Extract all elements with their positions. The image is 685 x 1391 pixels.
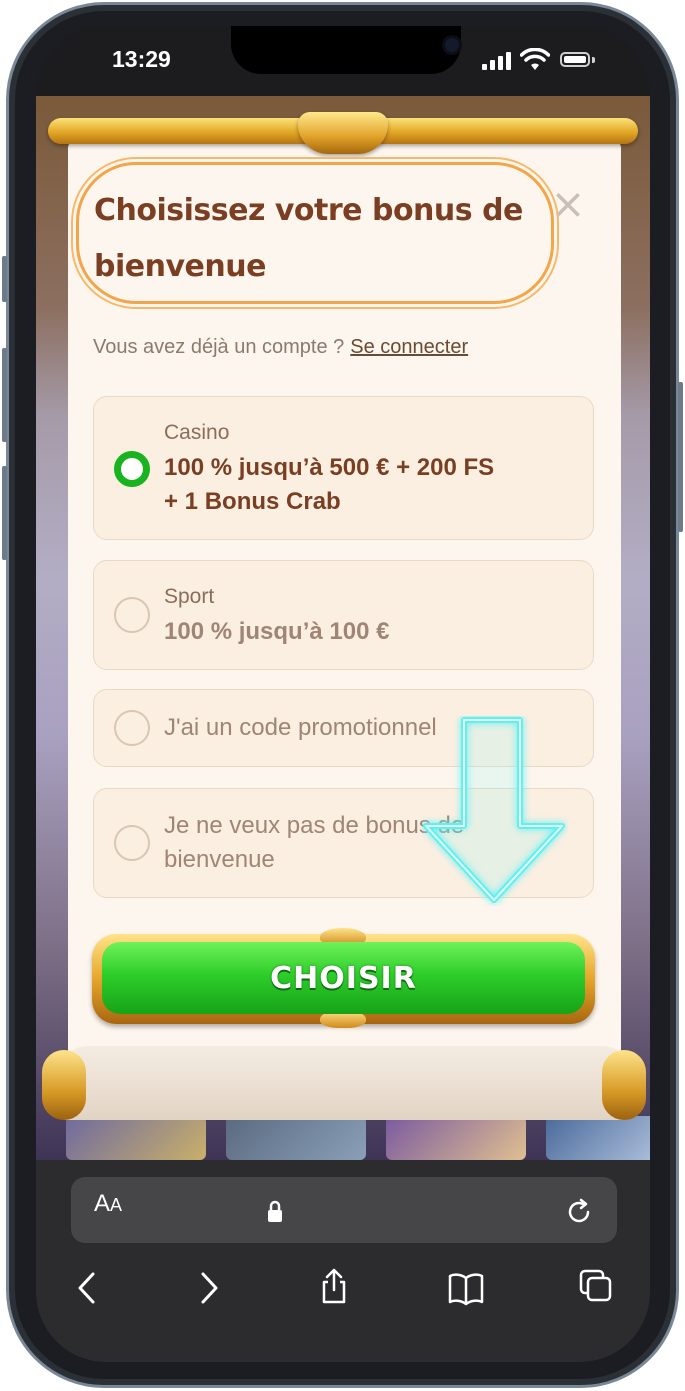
volume-up-button (2, 348, 7, 442)
battery-tip (592, 57, 595, 63)
lock-icon (268, 1200, 282, 1222)
option-text: J'ai un code promotionnel (164, 714, 437, 741)
tabs-icon[interactable] (576, 1266, 616, 1306)
bookmarks-icon[interactable] (446, 1268, 486, 1308)
address-bar[interactable] (71, 1177, 617, 1243)
forward-icon[interactable] (188, 1268, 228, 1308)
radio-selected-icon[interactable] (114, 451, 150, 487)
choose-button[interactable]: CHOISIR (102, 942, 585, 1014)
option-label: Sport (164, 585, 215, 608)
radio-unselected-icon[interactable] (114, 710, 150, 746)
aa-small: A (110, 1195, 123, 1215)
front-camera (445, 38, 459, 52)
close-icon[interactable]: × (548, 183, 588, 225)
power-button (678, 382, 683, 532)
game-thumbnail (226, 1116, 366, 1160)
modal-title: Choisissez votre bonus de bienvenue (94, 193, 523, 284)
scroll-cap-left (42, 1050, 86, 1120)
signal-icon (482, 52, 514, 70)
radio-unselected-icon[interactable] (114, 825, 150, 861)
option-text: 100 % jusqu’à 100 € (164, 618, 390, 645)
game-thumbnail (546, 1116, 650, 1160)
status-time: 13:29 (112, 46, 171, 72)
wifi-icon (520, 48, 550, 70)
scroll-bottom (58, 1046, 632, 1120)
option-label: Casino (164, 421, 230, 444)
game-thumbnails (36, 1116, 650, 1160)
screen: 13:29 Choisissez votre bonus de bienvenu… (36, 26, 650, 1362)
option-text: 100 % jusqu’à 500 € + 200 FS + 1 Bonus C… (164, 454, 495, 515)
share-icon[interactable] (314, 1266, 354, 1306)
login-link[interactable]: Se connecter (350, 336, 468, 358)
account-prompt-text: Vous avez déjà un compte ? (93, 336, 345, 358)
account-prompt: Vous avez déjà un compte ? Se connecter (93, 336, 468, 359)
reader-format-button[interactable]: AA (94, 1190, 122, 1218)
modal-gold-crest (298, 112, 388, 154)
arrow-down-icon (423, 717, 565, 903)
aa-large: A (94, 1190, 111, 1217)
bonus-option-sport[interactable]: Sport 100 % jusqu’à 100 € (93, 560, 594, 670)
notch (231, 26, 461, 74)
game-thumbnail (66, 1116, 206, 1160)
status-bar: 13:29 (36, 26, 650, 96)
bonus-option-casino[interactable]: Casino 100 % jusqu’à 500 € + 200 FS + 1 … (93, 396, 594, 540)
reload-icon[interactable] (559, 1192, 599, 1232)
radio-unselected-icon[interactable] (114, 597, 150, 633)
scroll-cap-right (602, 1050, 646, 1120)
volume-down-button (2, 466, 7, 560)
back-icon[interactable] (68, 1268, 108, 1308)
option-text: Je ne veux pas de bonus de bienvenue (164, 812, 464, 873)
mute-switch (2, 256, 7, 302)
game-thumbnail (386, 1116, 526, 1160)
battery-icon (560, 52, 590, 67)
